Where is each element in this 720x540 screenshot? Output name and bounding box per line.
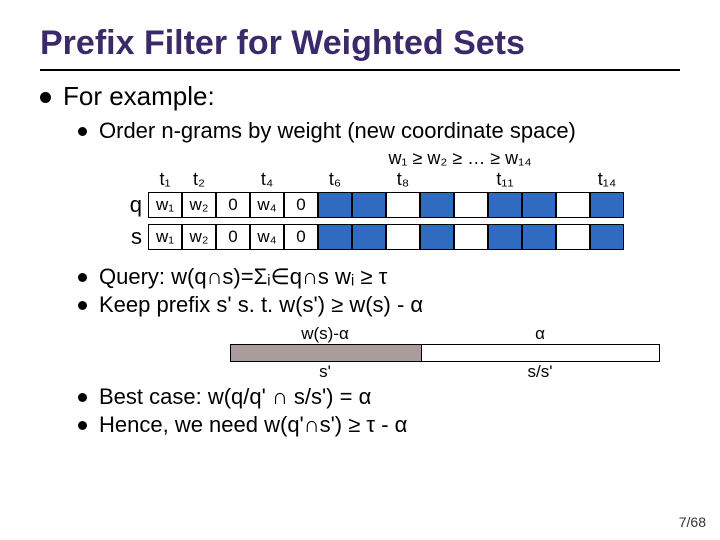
- cell: 0: [284, 192, 318, 218]
- slide-title: Prefix Filter for Weighted Sets: [40, 24, 680, 71]
- bar-segment-left: [231, 345, 422, 361]
- row-label-s: s: [114, 224, 142, 250]
- bar-box: [230, 344, 660, 362]
- bullet-text: Hence, we need w(q'∩s') ≥ τ - α: [99, 412, 407, 438]
- cell: [454, 192, 488, 218]
- bullet-icon: [78, 127, 87, 136]
- bullet-text: Best case: w(q/q' ∩ s/s') = α: [99, 384, 371, 410]
- bullet-for-example: For example:: [40, 81, 680, 112]
- cell: 0: [216, 224, 250, 250]
- cell: [590, 224, 624, 250]
- cell: w₄: [250, 192, 284, 218]
- bullet-query: Query: w(q∩s)=Σᵢ∈q∩s wᵢ ≥ τ: [78, 264, 680, 290]
- bar-bot-right: s/s': [420, 362, 660, 382]
- bullet-icon: [78, 393, 87, 402]
- bullet-best-case: Best case: w(q/q' ∩ s/s') = α: [78, 384, 680, 410]
- bullet-keep-prefix: Keep prefix s' s. t. w(s') ≥ w(s) - α: [78, 292, 680, 318]
- tick-t2: t₂: [182, 169, 216, 190]
- bullet-text: Keep prefix s' s. t. w(s') ≥ w(s) - α: [99, 292, 423, 318]
- bullet-text: For example:: [63, 81, 215, 112]
- bullet-icon: [78, 301, 87, 310]
- cell: w₂: [182, 224, 216, 250]
- cell: [454, 224, 488, 250]
- cell: 0: [216, 192, 250, 218]
- cell: w₄: [250, 224, 284, 250]
- cell: [522, 192, 556, 218]
- bullet-icon: [78, 421, 87, 430]
- cell: [420, 192, 454, 218]
- cell: [488, 192, 522, 218]
- cell: [420, 224, 454, 250]
- page-number: 7/68: [679, 514, 706, 530]
- cell: 0: [284, 224, 318, 250]
- cell: [556, 224, 590, 250]
- tick-t11: t₁₁: [488, 169, 522, 190]
- tick-t1: t₁: [148, 169, 182, 190]
- bullet-icon: [78, 273, 87, 282]
- row-label-q: q: [114, 192, 142, 218]
- tick-t14: t₁₄: [590, 169, 624, 190]
- cell: w₁: [148, 192, 182, 218]
- tick-labels-row: t₁ t₂ t₄ t₆ t₈ t₁₁ t₁₄: [114, 169, 680, 190]
- cell: w₁: [148, 224, 182, 250]
- tick-t8: t₈: [386, 169, 420, 190]
- bullet-text: Query: w(q∩s)=Σᵢ∈q∩s wᵢ ≥ τ: [99, 264, 387, 290]
- weight-inequality: w₁ ≥ w₂ ≥ … ≥ w₁₄: [240, 148, 680, 169]
- cell: [386, 224, 420, 250]
- row-s: s w₁w₂0w₄0: [114, 224, 680, 250]
- cell: [522, 224, 556, 250]
- cell: w₂: [182, 192, 216, 218]
- bar-bot-left: s': [230, 362, 420, 382]
- bullet-text: Order n-grams by weight (new coordinate …: [99, 118, 576, 144]
- cell: [590, 192, 624, 218]
- tick-t4: t₄: [250, 169, 284, 190]
- cell: [386, 192, 420, 218]
- cell: [318, 224, 352, 250]
- bullet-order-ngrams: Order n-grams by weight (new coordinate …: [78, 118, 680, 144]
- bar-top-left: w(s)-α: [230, 324, 420, 344]
- row-q: q w₁w₂0w₄0: [114, 192, 680, 218]
- tick-t6: t₆: [318, 169, 352, 190]
- bar-top-right: α: [420, 324, 660, 344]
- cell: [352, 192, 386, 218]
- bullet-icon: [40, 92, 51, 103]
- cell: [488, 224, 522, 250]
- cell: [556, 192, 590, 218]
- prefix-bar-diagram: w(s)-α α s' s/s': [230, 324, 680, 382]
- bar-segment-right: [422, 345, 659, 361]
- bullet-hence: Hence, we need w(q'∩s') ≥ τ - α: [78, 412, 680, 438]
- cell: [318, 192, 352, 218]
- cell: [352, 224, 386, 250]
